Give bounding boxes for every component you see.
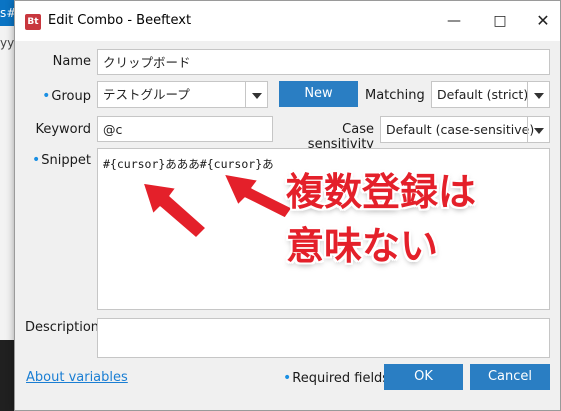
about-variables-link[interactable]: About variables (26, 370, 128, 385)
keyword-label: Keyword (35, 122, 91, 137)
group-combo[interactable]: テストグループ (97, 81, 268, 108)
name-field[interactable]: クリップボード (97, 49, 550, 75)
case-sensitivity-value: Default (case-sensitive) (386, 122, 535, 137)
case-sensitivity-combo[interactable]: Default (case-sensitive) (380, 116, 550, 143)
new-group-button[interactable]: New (279, 81, 358, 107)
ok-button-label: OK (414, 369, 433, 384)
description-label: Description (25, 320, 100, 335)
group-label-text: Group (51, 89, 91, 104)
matching-combo[interactable]: Default (strict) (431, 81, 550, 108)
cancel-button-label: Cancel (487, 369, 533, 384)
annotation-text: 複数登録は 意味ない (286, 165, 476, 273)
name-value: クリップボード (103, 55, 191, 70)
snippet-label-text: Snippet (41, 153, 91, 168)
new-button-label: New (304, 86, 333, 101)
background-text-fragment: yy (0, 36, 15, 50)
required-marker: • (42, 88, 51, 104)
matching-value: Default (strict) (437, 87, 529, 102)
name-label: Name (52, 54, 91, 69)
keyword-value: @c (103, 122, 123, 137)
title-bar[interactable]: Bt Edit Combo - Beeftext — □ ✕ (15, 1, 560, 41)
snippet-label: •Snippet (25, 152, 91, 168)
ok-button[interactable]: OK (384, 364, 463, 390)
required-marker: • (283, 370, 292, 386)
chevron-down-icon[interactable] (245, 82, 267, 107)
minimize-button[interactable]: — (441, 9, 467, 33)
matching-label: Matching (365, 88, 425, 103)
chevron-down-icon[interactable] (527, 117, 549, 142)
required-fields-text: Required fields (292, 371, 390, 386)
window-title: Edit Combo - Beeftext (48, 13, 192, 28)
close-button[interactable]: ✕ (530, 9, 556, 33)
required-fields-note: •Required fields (283, 370, 389, 386)
keyword-field[interactable]: @c (97, 116, 273, 142)
snippet-value: #{cursor}あああ#{cursor}あ (103, 157, 274, 171)
beeftext-logo-icon: Bt (25, 14, 41, 30)
cancel-button[interactable]: Cancel (470, 364, 550, 390)
group-value: テストグループ (103, 87, 190, 102)
maximize-button[interactable]: □ (487, 9, 513, 33)
annotation-line: 意味ない (286, 224, 439, 268)
annotation-line: 複数登録は (286, 170, 477, 214)
group-label: •Group (25, 88, 91, 104)
description-textarea[interactable] (97, 318, 550, 358)
required-marker: • (32, 152, 41, 168)
chevron-down-icon[interactable] (527, 82, 549, 107)
